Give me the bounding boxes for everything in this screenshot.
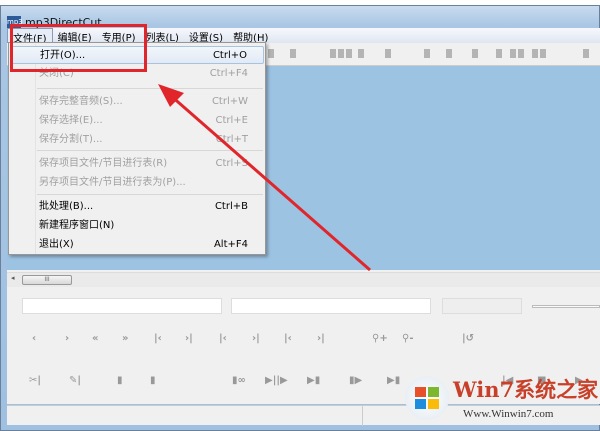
- annotation-arrow: [158, 84, 371, 272]
- windows-logo-icon: [405, 376, 449, 420]
- watermark-brand: Win7系统之家: [453, 377, 599, 402]
- watermark: Win7系统之家 Www.Winwin7.com: [405, 368, 600, 431]
- watermark-url: Www.Winwin7.com: [463, 408, 554, 420]
